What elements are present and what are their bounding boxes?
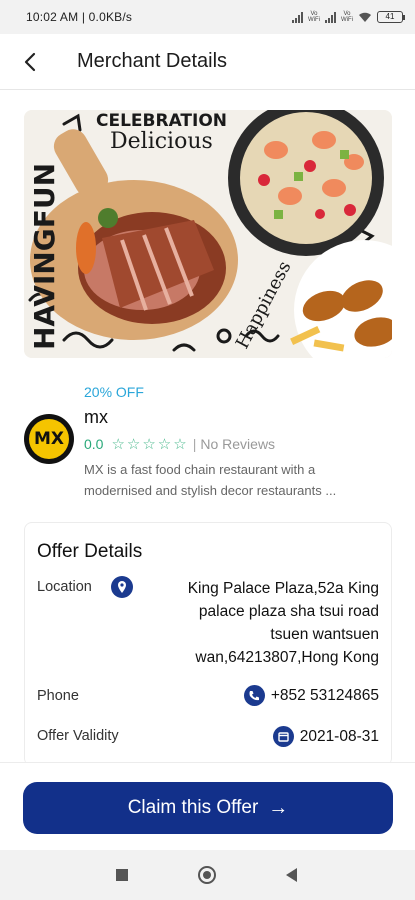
location-pin-icon[interactable]: [111, 576, 133, 598]
signal-icon-2: [325, 11, 336, 23]
offer-details-card: Offer Details Location King Palace Plaza…: [24, 522, 392, 766]
merchant-logo: MX: [24, 414, 74, 464]
volte-wifi-icon: Vo WiFi: [308, 11, 320, 23]
system-back-button[interactable]: [286, 868, 297, 882]
status-bar: 10:02 AM | 0.0KB/s Vo WiFi Vo WiFi 41: [0, 0, 415, 34]
page-title: Merchant Details: [77, 50, 228, 72]
merchant-description: MX is a fast food chain restaurant with …: [84, 462, 337, 498]
hero-text-celebration: CELEBRATION: [96, 111, 227, 131]
discount-tag: 20% OFF: [84, 384, 144, 400]
volte-wifi-icon-2: Vo WiFi: [341, 11, 353, 23]
app-header: Merchant Details: [0, 34, 415, 90]
offer-details-title: Offer Details: [37, 541, 143, 562]
star-rating-icon: ☆☆☆☆☆: [111, 436, 189, 453]
location-label: Location: [37, 579, 92, 595]
recents-button[interactable]: [116, 869, 128, 881]
calendar-icon: [272, 726, 294, 747]
validity-row: 2021-08-31: [272, 726, 379, 747]
food-illustration: CELEBRATION Delicious HAVINGFUN Happines…: [24, 110, 392, 358]
phone-label: Phone: [37, 688, 79, 704]
rating-separator: |: [192, 436, 197, 452]
merchant-name: mx: [84, 407, 108, 427]
home-button[interactable]: [198, 866, 216, 884]
bottom-action-bar: Claim this Offer →: [0, 762, 415, 850]
chevron-left-icon: [24, 52, 36, 71]
phone-row[interactable]: +852 53124865: [243, 685, 379, 706]
reviews-count: No Reviews: [200, 436, 276, 452]
system-nav-bar: [0, 850, 415, 900]
merchant-hero-image: CELEBRATION Delicious HAVINGFUN Happines…: [24, 110, 392, 358]
phone-value[interactable]: +852 53124865: [271, 687, 379, 705]
wifi-icon: [359, 12, 371, 22]
merchant-logo-text: MX: [29, 419, 69, 459]
validity-label: Offer Validity: [37, 728, 119, 744]
status-icons: Vo WiFi Vo WiFi 41: [292, 11, 405, 23]
signal-icon: [292, 11, 303, 23]
phone-icon: [243, 685, 265, 706]
back-button[interactable]: [0, 34, 60, 90]
hero-text-havingfun: HAVINGFUN: [28, 163, 61, 350]
claim-offer-label: Claim this Offer: [127, 797, 259, 818]
battery-icon: 41: [377, 11, 405, 23]
hero-text-delicious: Delicious: [110, 129, 213, 154]
location-value: King Palace Plaza,52a King palace plaza …: [187, 580, 379, 666]
rating-value: 0.0: [84, 436, 104, 452]
validity-value: 2021-08-31: [299, 727, 379, 745]
arrow-right-icon: →: [268, 796, 289, 819]
rating-row: 0.0 ☆☆☆☆☆ | No Reviews: [84, 435, 275, 453]
status-time: 10:02 AM | 0.0KB/s: [26, 10, 133, 24]
claim-offer-button[interactable]: Claim this Offer →: [23, 782, 393, 834]
